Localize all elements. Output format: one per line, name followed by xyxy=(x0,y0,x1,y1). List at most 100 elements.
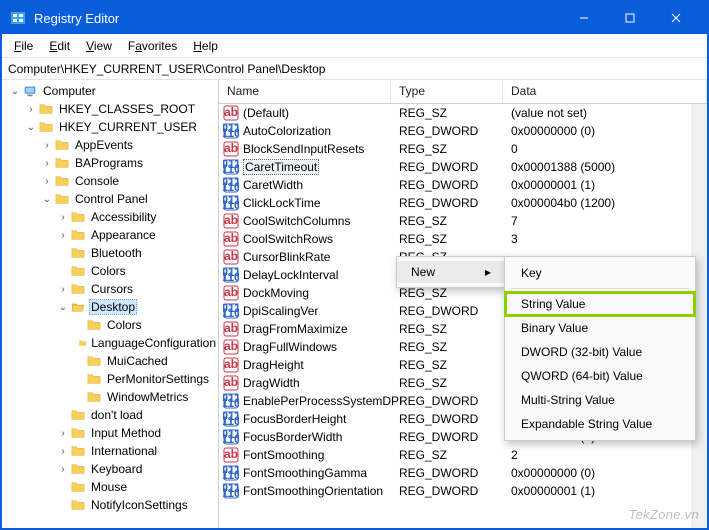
string-value-icon xyxy=(223,321,239,337)
value-row[interactable]: FontSmoothingOrientationREG_DWORD0x00000… xyxy=(219,482,707,500)
value-data: 0 xyxy=(503,142,707,156)
folder-icon xyxy=(54,174,70,188)
value-row[interactable]: CaretTimeoutREG_DWORD0x00001388 (5000) xyxy=(219,158,707,176)
chevron-down-icon[interactable]: ⌄ xyxy=(40,194,54,205)
value-row[interactable]: (Default)REG_SZ(value not set) xyxy=(219,104,707,122)
value-row[interactable]: CoolSwitchRowsREG_SZ3 xyxy=(219,230,707,248)
tree-item-label: LanguageConfiguration xyxy=(89,336,218,350)
column-type[interactable]: Type xyxy=(391,80,503,103)
value-row[interactable]: BlockSendInputResetsREG_SZ0 xyxy=(219,140,707,158)
value-type: REG_DWORD xyxy=(391,304,503,318)
value-name: (Default) xyxy=(243,106,289,120)
tree-item[interactable]: MuiCached xyxy=(6,352,218,370)
chevron-right-icon[interactable]: › xyxy=(56,464,70,475)
tree-item-label: HKEY_CURRENT_USER xyxy=(57,120,199,134)
context-item-new[interactable]: New ▸ xyxy=(397,261,505,283)
tree-item[interactable]: ›International xyxy=(6,442,218,460)
tree-item[interactable]: ›Accessibility xyxy=(6,208,218,226)
tree-item[interactable]: ⌄ HKEY_CURRENT_USER xyxy=(6,118,218,136)
chevron-right-icon[interactable]: › xyxy=(40,140,54,151)
value-type: REG_DWORD xyxy=(391,484,503,498)
tree-item[interactable]: Colors xyxy=(6,316,218,334)
chevron-down-icon[interactable]: ⌄ xyxy=(8,86,22,97)
value-row[interactable]: CaretWidthREG_DWORD0x00000001 (1) xyxy=(219,176,707,194)
context-item-multi-string-value[interactable]: Multi-String Value xyxy=(505,388,695,412)
tree-item[interactable]: ›Input Method xyxy=(6,424,218,442)
tree-item[interactable]: ›Console xyxy=(6,172,218,190)
folder-icon xyxy=(54,138,70,152)
chevron-right-icon[interactable]: › xyxy=(56,446,70,457)
tree-item-label: NotifyIconSettings xyxy=(89,498,190,512)
menu-favorites[interactable]: Favorites xyxy=(120,37,185,55)
tree-item-label: Cursors xyxy=(89,282,135,296)
menu-edit[interactable]: Edit xyxy=(41,37,78,55)
tree-item[interactable]: NotifyIconSettings xyxy=(6,496,218,514)
chevron-down-icon[interactable]: ⌄ xyxy=(24,122,38,133)
context-item-qword-value[interactable]: QWORD (64-bit) Value xyxy=(505,364,695,388)
tree-item-label: BAPrograms xyxy=(73,156,145,170)
context-item-key[interactable]: Key xyxy=(505,261,695,285)
titlebar: Registry Editor xyxy=(2,2,707,34)
chevron-right-icon[interactable]: › xyxy=(56,212,70,223)
value-type: REG_SZ xyxy=(391,142,503,156)
chevron-right-icon[interactable]: › xyxy=(56,284,70,295)
folder-icon xyxy=(70,228,86,242)
context-item-binary-value[interactable]: Binary Value xyxy=(505,316,695,340)
tree-item[interactable]: › Keyboard xyxy=(6,460,218,478)
minimize-button[interactable] xyxy=(561,2,607,34)
context-item-expandable-string-value[interactable]: Expandable String Value xyxy=(505,412,695,436)
value-row[interactable]: ClickLockTimeREG_DWORD0x000004b0 (1200) xyxy=(219,194,707,212)
close-button[interactable] xyxy=(653,2,699,34)
dword-value-icon xyxy=(223,393,239,409)
value-name: CoolSwitchRows xyxy=(243,232,333,246)
value-data: 3 xyxy=(503,232,707,246)
tree-item-label: PerMonitorSettings xyxy=(105,372,211,386)
chevron-right-icon[interactable]: › xyxy=(24,104,38,115)
value-row[interactable]: AutoColorizationREG_DWORD0x00000000 (0) xyxy=(219,122,707,140)
tree-item[interactable]: Bluetooth xyxy=(6,244,218,262)
chevron-right-icon[interactable]: › xyxy=(40,176,54,187)
context-item-dword-value[interactable]: DWORD (32-bit) Value xyxy=(505,340,695,364)
maximize-button[interactable] xyxy=(607,2,653,34)
column-data[interactable]: Data xyxy=(503,80,707,103)
app-icon xyxy=(10,10,26,26)
tree-item[interactable]: LanguageConfiguration xyxy=(6,334,218,352)
tree-item[interactable]: › BAPrograms xyxy=(6,154,218,172)
tree-item-label: Keyboard xyxy=(89,462,144,476)
string-value-icon xyxy=(223,357,239,373)
menu-help[interactable]: Help xyxy=(185,37,226,55)
menu-view[interactable]: View xyxy=(78,37,120,55)
value-name: EnablePerProcessSystemDPI xyxy=(243,394,402,408)
tree-item[interactable]: Colors xyxy=(6,262,218,280)
tree-item[interactable]: ⌄Control Panel xyxy=(6,190,218,208)
tree-item[interactable]: Mouse xyxy=(6,478,218,496)
folder-icon xyxy=(70,282,86,296)
value-type: REG_SZ xyxy=(391,322,503,336)
value-row[interactable]: FontSmoothingREG_SZ2 xyxy=(219,446,707,464)
tree-item[interactable]: ›HKEY_CLASSES_ROOT xyxy=(6,100,218,118)
string-value-icon xyxy=(223,213,239,229)
tree-item[interactable]: ⌄Desktop xyxy=(6,298,218,316)
context-menu-parent: New ▸ xyxy=(396,256,506,288)
chevron-down-icon[interactable]: ⌄ xyxy=(56,302,70,313)
tree-item[interactable]: › Cursors xyxy=(6,280,218,298)
chevron-right-icon: ▸ xyxy=(485,265,491,279)
address-bar[interactable]: Computer\HKEY_CURRENT_USER\Control Panel… xyxy=(2,58,707,80)
dword-value-icon xyxy=(223,267,239,283)
value-row[interactable]: CoolSwitchColumnsREG_SZ7 xyxy=(219,212,707,230)
chevron-right-icon[interactable]: › xyxy=(40,158,54,169)
tree-item-label: MuiCached xyxy=(105,354,170,368)
menu-file[interactable]: File xyxy=(6,37,41,55)
tree-item[interactable]: ›AppEvents xyxy=(6,136,218,154)
chevron-right-icon[interactable]: › xyxy=(56,230,70,241)
value-data: 2 xyxy=(503,448,707,462)
tree-item[interactable]: ›Appearance xyxy=(6,226,218,244)
chevron-right-icon[interactable]: › xyxy=(56,428,70,439)
column-name[interactable]: Name xyxy=(219,80,391,103)
context-item-string-value[interactable]: String Value xyxy=(505,292,695,316)
tree-item[interactable]: ⌄Computer xyxy=(6,82,218,100)
tree-item[interactable]: don't load xyxy=(6,406,218,424)
value-row[interactable]: FontSmoothingGammaREG_DWORD0x00000000 (0… xyxy=(219,464,707,482)
tree-item[interactable]: PerMonitorSettings xyxy=(6,370,218,388)
tree-item[interactable]: WindowMetrics xyxy=(6,388,218,406)
